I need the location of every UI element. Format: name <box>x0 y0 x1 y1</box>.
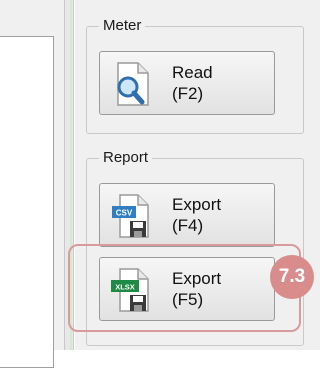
export-csv-line2: (F4) <box>172 216 204 235</box>
read-button[interactable]: Read (F2) <box>99 51 275 115</box>
report-group-title: Report <box>99 148 153 168</box>
export-csv-line1: Export <box>172 195 222 214</box>
meter-group: Meter Read (F2) <box>86 16 304 134</box>
csv-save-icon: CSV <box>110 193 154 239</box>
export-csv-label: Export (F4) <box>172 194 221 236</box>
export-csv-button[interactable]: CSV Export (F4) <box>99 183 275 247</box>
document-magnifier-icon <box>110 61 154 107</box>
annotation-badge: 7.3 <box>270 255 314 299</box>
csv-icon-text: CSV <box>116 209 133 218</box>
read-button-line2: (F2) <box>172 84 204 103</box>
read-button-line1: Read <box>172 63 213 82</box>
meter-group-title: Meter <box>99 16 146 36</box>
left-content-area <box>0 36 54 368</box>
left-panel <box>0 0 64 368</box>
read-button-label: Read (F2) <box>172 62 213 104</box>
annotation-highlight-box <box>68 244 301 332</box>
